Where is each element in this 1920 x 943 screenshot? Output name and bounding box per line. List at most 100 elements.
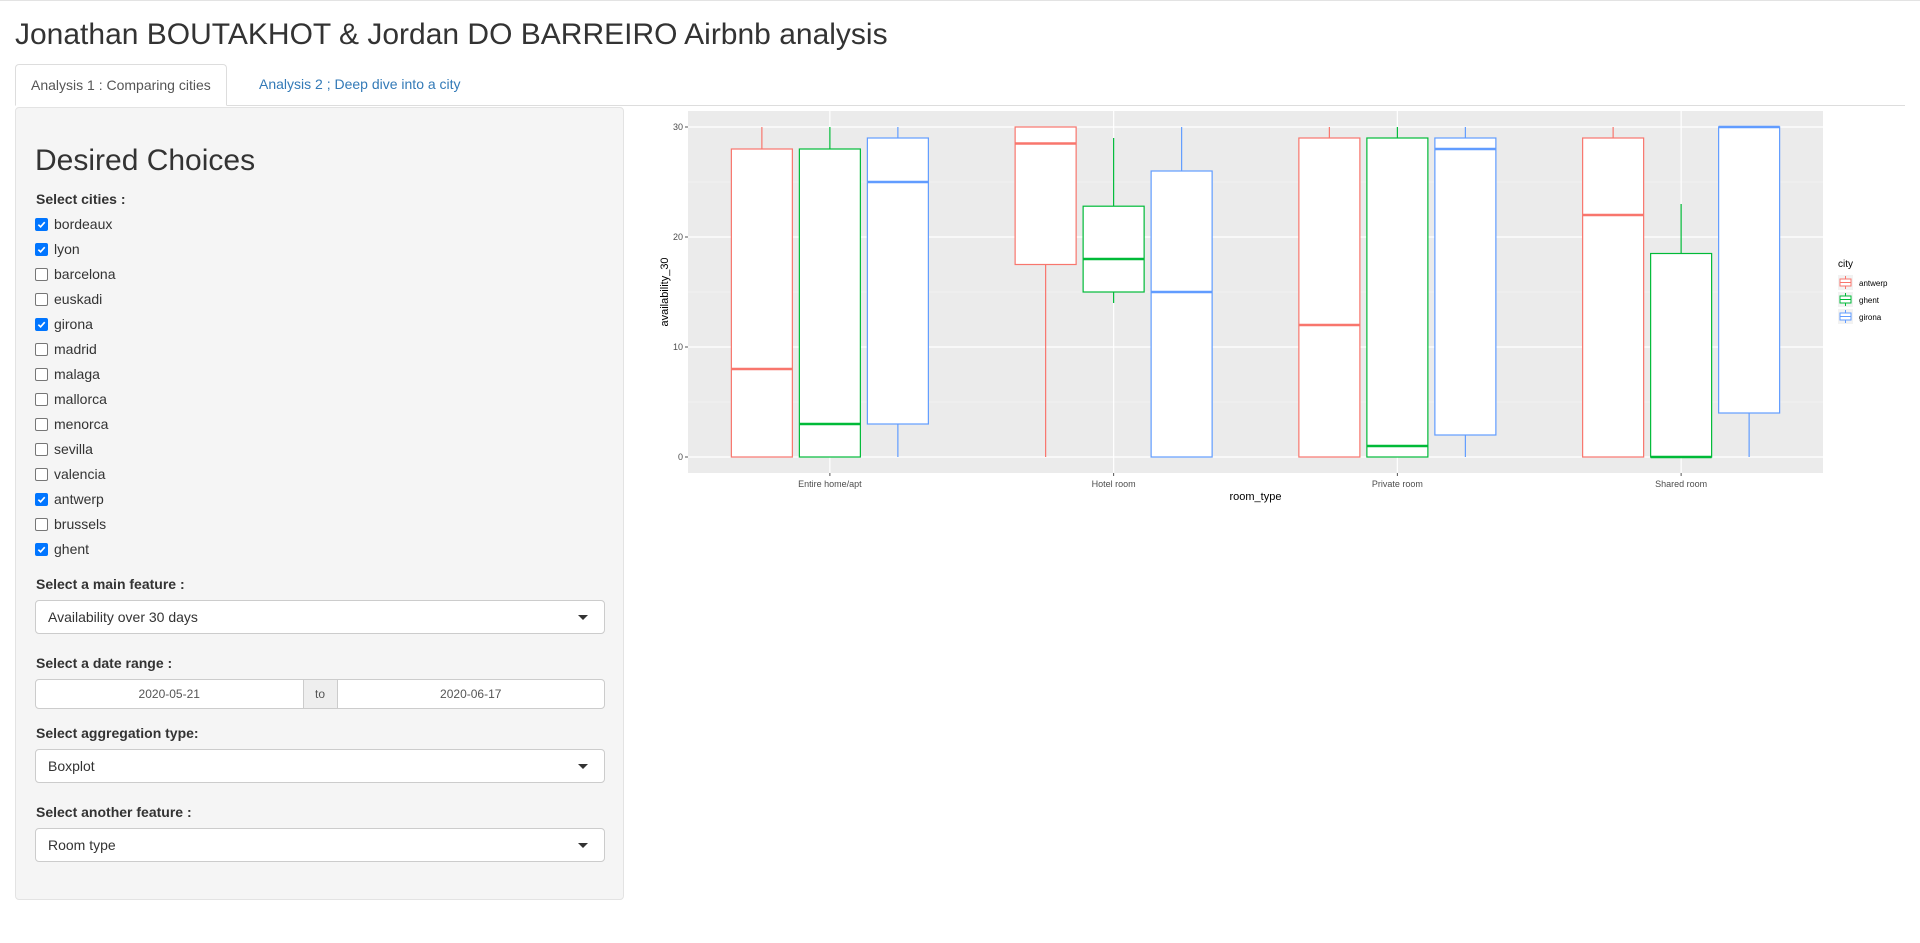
checkbox-valencia[interactable] bbox=[35, 467, 48, 481]
checkbox-barcelona[interactable] bbox=[35, 267, 48, 281]
city-label: menorca bbox=[54, 416, 109, 432]
city-label: girona bbox=[54, 316, 93, 332]
main-feature-label: Select a main feature : bbox=[36, 576, 185, 592]
city-option-antwerp[interactable]: antwerp bbox=[35, 489, 104, 509]
another-feature-value: Room type bbox=[48, 837, 116, 853]
y-tick-label: 10 bbox=[673, 342, 683, 352]
box-girona-1 bbox=[1150, 127, 1213, 458]
city-option-barcelona[interactable]: barcelona bbox=[35, 264, 116, 284]
city-option-mallorca[interactable]: mallorca bbox=[35, 389, 107, 409]
cities-label: Select cities : bbox=[36, 191, 126, 207]
legend-label: ghent bbox=[1859, 296, 1880, 305]
box-iqr bbox=[1434, 137, 1497, 436]
aggregation-value: Boxplot bbox=[48, 758, 95, 774]
legend-item-girona: girona bbox=[1838, 309, 1882, 324]
box-iqr bbox=[1582, 137, 1645, 458]
city-option-menorca[interactable]: menorca bbox=[35, 414, 108, 434]
checkbox-bordeaux[interactable] bbox=[35, 217, 48, 231]
checkbox-euskadi[interactable] bbox=[35, 292, 48, 306]
x-tick-label: Shared room bbox=[1655, 479, 1707, 489]
checkbox-mallorca[interactable] bbox=[35, 392, 48, 406]
x-tick-label: Hotel room bbox=[1092, 479, 1136, 489]
box-girona-0 bbox=[866, 127, 929, 457]
date-start-input[interactable]: 2020-05-21 bbox=[36, 680, 303, 708]
city-label: antwerp bbox=[54, 491, 104, 507]
x-tick-label: Entire home/apt bbox=[798, 479, 862, 489]
x-tick-label: Private room bbox=[1372, 479, 1423, 489]
aggregation-select[interactable]: Boxplot bbox=[35, 749, 605, 783]
top-border bbox=[0, 0, 1920, 1]
box-iqr bbox=[1298, 137, 1361, 458]
city-option-girona[interactable]: girona bbox=[35, 314, 93, 334]
city-label: valencia bbox=[54, 466, 106, 482]
city-option-bordeaux[interactable]: bordeaux bbox=[35, 214, 112, 234]
city-option-euskadi[interactable]: euskadi bbox=[35, 289, 102, 309]
checkbox-menorca[interactable] bbox=[35, 417, 48, 431]
tab-bar: Analysis 1 : Comparing cities Analysis 2… bbox=[15, 64, 1905, 106]
box-antwerp-0 bbox=[730, 127, 793, 458]
main-feature-select[interactable]: Availability over 30 days bbox=[35, 600, 605, 634]
city-option-brussels[interactable]: brussels bbox=[35, 514, 106, 534]
checkmark-icon bbox=[37, 246, 46, 253]
tab-analysis-1[interactable]: Analysis 1 : Comparing cities bbox=[15, 64, 227, 106]
box-antwerp-2 bbox=[1298, 127, 1361, 458]
aggregation-label: Select aggregation type: bbox=[36, 725, 199, 741]
checkbox-lyon[interactable] bbox=[35, 242, 48, 256]
checkmark-icon bbox=[37, 496, 46, 503]
boxplot-chart: 0 10 20 30 Entire home/apt Hotel room Private … bbox=[659, 111, 1888, 503]
checkbox-malaga[interactable] bbox=[35, 367, 48, 381]
checkbox-sevilla[interactable] bbox=[35, 442, 48, 456]
city-label: madrid bbox=[54, 341, 97, 357]
date-range-label: Select a date range : bbox=[36, 655, 173, 671]
box-iqr bbox=[1366, 137, 1429, 458]
city-option-malaga[interactable]: malaga bbox=[35, 364, 100, 384]
page-title: Jonathan BOUTAKHOT & Jordan DO BARREIRO … bbox=[15, 18, 888, 51]
city-label: sevilla bbox=[54, 441, 93, 457]
city-option-madrid[interactable]: madrid bbox=[35, 339, 97, 359]
box-antwerp-3 bbox=[1582, 127, 1645, 458]
chevron-down-icon bbox=[578, 615, 588, 620]
box-iqr bbox=[1650, 252, 1713, 458]
city-label: lyon bbox=[54, 241, 80, 257]
checkmark-icon bbox=[37, 546, 46, 553]
checkbox-ghent[interactable] bbox=[35, 542, 48, 556]
another-feature-select[interactable]: Room type bbox=[35, 828, 605, 862]
y-tick-label: 0 bbox=[678, 452, 683, 462]
city-option-valencia[interactable]: valencia bbox=[35, 464, 105, 484]
city-option-sevilla[interactable]: sevilla bbox=[35, 439, 93, 459]
city-label: brussels bbox=[54, 516, 107, 532]
y-tick-label: 30 bbox=[673, 122, 683, 132]
legend-item-antwerp: antwerp bbox=[1838, 275, 1888, 290]
box-iqr bbox=[1718, 126, 1781, 414]
box-iqr bbox=[1014, 126, 1077, 266]
city-option-ghent[interactable]: ghent bbox=[35, 539, 89, 559]
chevron-down-icon bbox=[578, 764, 588, 769]
checkbox-girona[interactable] bbox=[35, 317, 48, 331]
box-girona-3 bbox=[1718, 125, 1781, 457]
y-axis-title: availability_30 bbox=[659, 257, 671, 326]
x-axis-title: room_type bbox=[1230, 491, 1282, 503]
box-iqr bbox=[798, 148, 861, 458]
city-label: malaga bbox=[54, 366, 100, 382]
box-iqr bbox=[730, 148, 793, 458]
checkbox-brussels[interactable] bbox=[35, 517, 48, 531]
tab-analysis-2[interactable]: Analysis 2 ; Deep dive into a city bbox=[244, 64, 476, 105]
city-option-lyon[interactable]: lyon bbox=[35, 239, 80, 259]
date-range-input: 2020-05-21 to 2020-06-17 bbox=[35, 679, 605, 709]
legend-title: city bbox=[1838, 259, 1853, 270]
y-tick-label: 20 bbox=[673, 232, 683, 242]
checkmark-icon bbox=[37, 221, 46, 228]
box-iqr bbox=[1082, 205, 1145, 293]
sidebar-panel: Desired Choices Select cities : bordeaux… bbox=[15, 107, 624, 900]
main-feature-value: Availability over 30 days bbox=[48, 609, 198, 625]
box-girona-2 bbox=[1434, 127, 1497, 457]
checkbox-antwerp[interactable] bbox=[35, 492, 48, 506]
date-end-input[interactable]: 2020-06-17 bbox=[338, 680, 605, 708]
checkbox-madrid[interactable] bbox=[35, 342, 48, 356]
box-iqr bbox=[1150, 170, 1213, 458]
city-label: mallorca bbox=[54, 391, 107, 407]
checkmark-icon bbox=[37, 321, 46, 328]
date-separator: to bbox=[302, 680, 338, 708]
sidebar-heading: Desired Choices bbox=[35, 144, 256, 177]
box-ghent-0 bbox=[798, 127, 861, 458]
